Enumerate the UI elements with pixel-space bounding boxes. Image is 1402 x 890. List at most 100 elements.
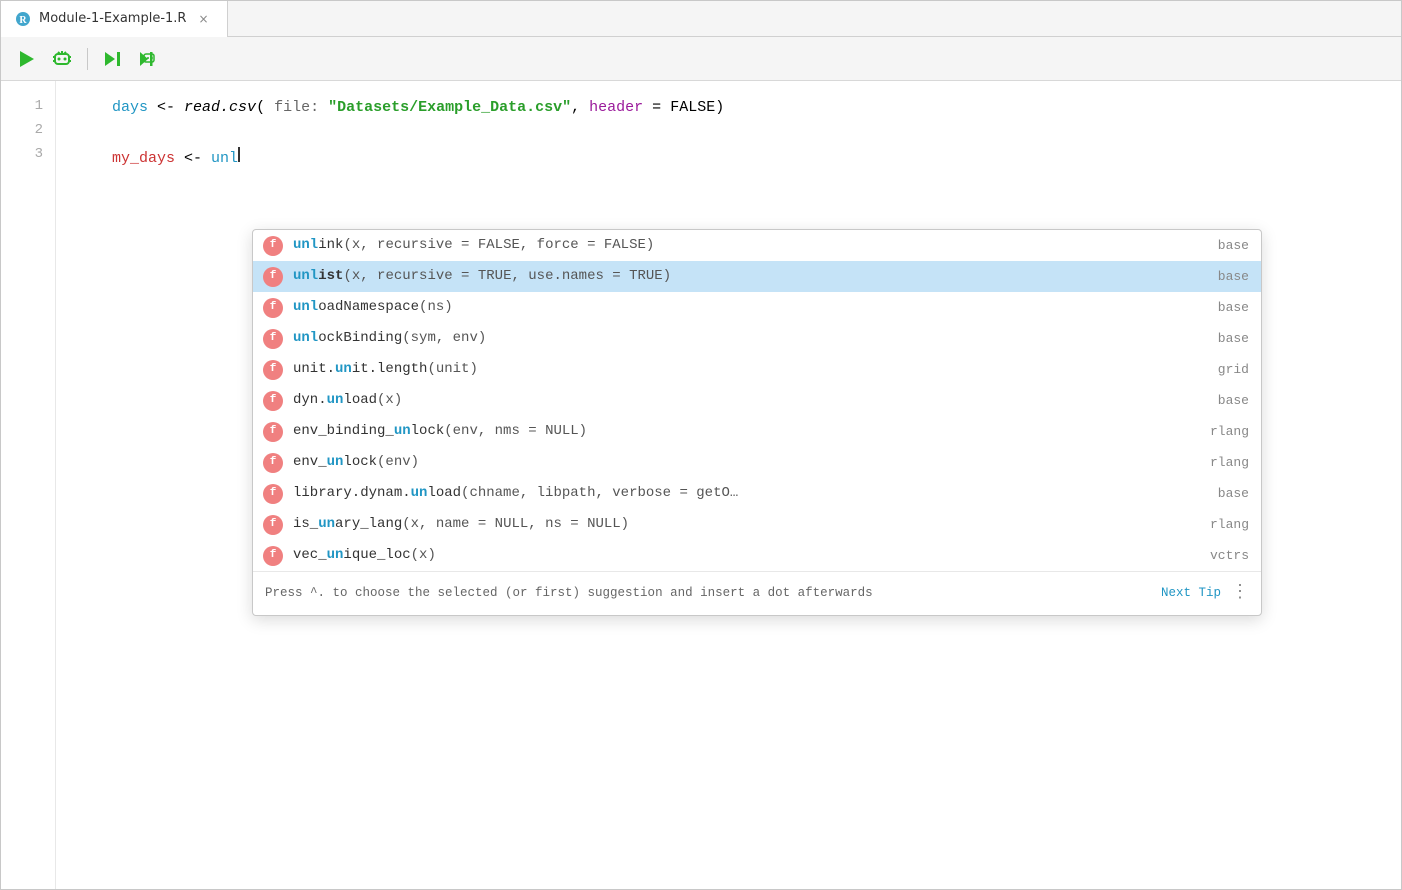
line1-func: read.csv: [175, 95, 256, 121]
ac-name-env-binding-post: lock: [411, 423, 445, 439]
ac-text-unloadnamespace: unloadNamespace(ns): [293, 297, 1189, 318]
line-numbers: 1 2 3: [1, 81, 56, 889]
ac-icon-unit-length: f: [263, 360, 283, 380]
ac-name-library-post: load: [427, 485, 461, 501]
ac-params-unlockbinding: (sym, env): [402, 330, 486, 346]
ac-params-unlink: (x, recursive = FALSE, force = FALSE): [343, 237, 654, 253]
step-run-button[interactable]: [98, 44, 128, 74]
ac-params-env-binding-unlock: (env, nms = NULL): [444, 423, 587, 439]
line1-comma: ,: [571, 95, 580, 121]
text-cursor: [238, 147, 240, 162]
r-logo-icon: R: [15, 11, 31, 27]
code-line-1: days <- read.csv ( file: "Datasets/Examp…: [76, 95, 1381, 121]
toolbar-divider-1: [87, 48, 88, 70]
ac-match-unlink: unl: [293, 237, 318, 253]
code-content[interactable]: days <- read.csv ( file: "Datasets/Examp…: [56, 81, 1401, 889]
ac-item-unlink[interactable]: f unlink(x, recursive = FALSE, force = F…: [253, 230, 1261, 261]
ac-text-unit-length: unit.unit.length(unit): [293, 359, 1189, 380]
ac-match-unit-length: un: [335, 361, 352, 377]
line1-paren-open: (: [256, 95, 265, 121]
ac-match-is-unary-lang: un: [318, 516, 335, 532]
ac-name-unlist: ist: [318, 268, 343, 284]
ac-name-dyn-post: load: [343, 392, 377, 408]
ac-package-unlink: base: [1189, 236, 1249, 256]
ac-more-button[interactable]: ⋮: [1231, 578, 1249, 609]
svg-text:R: R: [19, 15, 27, 26]
line-num-2: 2: [9, 119, 43, 143]
ac-text-env-binding-unlock: env_binding_unlock(env, nms = NULL): [293, 421, 1189, 442]
tab-close-button[interactable]: ×: [194, 10, 212, 28]
code-line-2: [76, 121, 1381, 147]
ac-params-unit-length: (unit): [427, 361, 477, 377]
line2-empty: [76, 121, 85, 147]
file-tab[interactable]: R Module-1-Example-1.R ×: [1, 1, 228, 37]
line1-false: FALSE: [670, 95, 715, 121]
step-debug-icon: [138, 48, 160, 70]
main-window: R Module-1-Example-1.R ×: [0, 0, 1402, 890]
run-button[interactable]: [11, 44, 41, 74]
ac-name-dyn-pre: dyn.: [293, 392, 327, 408]
debug-button[interactable]: [47, 44, 77, 74]
line1-var: days: [76, 95, 157, 121]
ac-text-unlockbinding: unlockBinding(sym, env): [293, 328, 1189, 349]
autocomplete-dropdown[interactable]: f unlink(x, recursive = FALSE, force = F…: [252, 229, 1262, 616]
line1-arrow: <-: [157, 95, 175, 121]
ac-package-env-unlock: rlang: [1189, 453, 1249, 473]
ac-match-vec-unique-loc: un: [327, 547, 344, 563]
ac-text-dyn-unload: dyn.unload(x): [293, 390, 1189, 411]
line1-eq: =: [643, 95, 670, 121]
line3-unl: unl: [202, 146, 238, 172]
ac-item-vec-unique-loc[interactable]: f vec_unique_loc(x) vctrs: [253, 540, 1261, 571]
ac-item-env-binding-unlock[interactable]: f env_binding_unlock(env, nms = NULL) rl…: [253, 416, 1261, 447]
ac-package-is-unary-lang: rlang: [1189, 515, 1249, 535]
ac-params-dyn-unload: (x): [377, 392, 402, 408]
ac-icon-env-unlock: f: [263, 453, 283, 473]
ac-package-env-binding-unlock: rlang: [1189, 422, 1249, 442]
ac-text-is-unary-lang: is_unary_lang(x, name = NULL, ns = NULL): [293, 514, 1189, 535]
ac-item-unlockbinding[interactable]: f unlockBinding(sym, env) base: [253, 323, 1261, 354]
toolbar: [1, 37, 1401, 81]
debug-icon: [51, 48, 73, 70]
ac-icon-dyn-unload: f: [263, 391, 283, 411]
ac-match-dyn-unload: un: [327, 392, 344, 408]
ac-match-env-binding-unlock: un: [394, 423, 411, 439]
step-debug-button[interactable]: [134, 44, 164, 74]
ac-item-unloadnamespace[interactable]: f unloadNamespace(ns) base: [253, 292, 1261, 323]
ac-package-unlist: base: [1189, 267, 1249, 287]
ac-name-vec-unique-pre: vec_: [293, 547, 327, 563]
line-num-3: 3: [9, 143, 43, 167]
ac-item-is-unary-lang[interactable]: f is_unary_lang(x, name = NULL, ns = NUL…: [253, 509, 1261, 540]
run-icon: [15, 48, 37, 70]
ac-name-library-pre: library.dynam.: [293, 485, 411, 501]
ac-item-dyn-unload[interactable]: f dyn.unload(x) base: [253, 385, 1261, 416]
ac-name-env-unlock-post: lock: [343, 454, 377, 470]
ac-item-env-unlock[interactable]: f env_unlock(env) rlang: [253, 447, 1261, 478]
ac-text-unlist: unlist(x, recursive = TRUE, use.names = …: [293, 266, 1189, 287]
ac-text-vec-unique-loc: vec_unique_loc(x): [293, 545, 1189, 566]
line3-var: my_days: [76, 146, 175, 172]
line1-param-label: file:: [265, 95, 328, 121]
line1-string: "Datasets/Example_Data.csv": [328, 95, 571, 121]
ac-package-unit-length: grid: [1189, 360, 1249, 380]
ac-item-library-dynam-unload[interactable]: f library.dynam.unload(chname, libpath, …: [253, 478, 1261, 509]
ac-icon-library-dynam-unload: f: [263, 484, 283, 504]
ac-match-unlist: unl: [293, 268, 318, 284]
ac-icon-unlockbinding: f: [263, 329, 283, 349]
ac-params-env-unlock: (env): [377, 454, 419, 470]
ac-params-library-dynam-unload: (chname, libpath, verbose = getO…: [461, 485, 738, 501]
ac-package-vec-unique-loc: vctrs: [1189, 546, 1249, 566]
ac-name-vec-unique-post: ique_loc: [343, 547, 410, 563]
ac-item-unlist[interactable]: f unlist(x, recursive = TRUE, use.names …: [253, 261, 1261, 292]
editor-area[interactable]: 1 2 3 days <- read.csv ( file: "Datasets…: [1, 81, 1401, 889]
ac-icon-unlist: f: [263, 267, 283, 287]
ac-text-unlink: unlink(x, recursive = FALSE, force = FAL…: [293, 235, 1189, 256]
ac-icon-is-unary-lang: f: [263, 515, 283, 535]
ac-match-library-dynam-unload: un: [411, 485, 428, 501]
ac-name-unlink: ink: [318, 237, 343, 253]
ac-item-unit-length[interactable]: f unit.unit.length(unit) grid: [253, 354, 1261, 385]
next-tip-button[interactable]: Next Tip: [1161, 583, 1221, 604]
ac-name-unlockbinding: ockBinding: [318, 330, 402, 346]
ac-package-unlockbinding: base: [1189, 329, 1249, 349]
ac-match-unlockbinding: unl: [293, 330, 318, 346]
ac-name-is-unary-post: ary_lang: [335, 516, 402, 532]
